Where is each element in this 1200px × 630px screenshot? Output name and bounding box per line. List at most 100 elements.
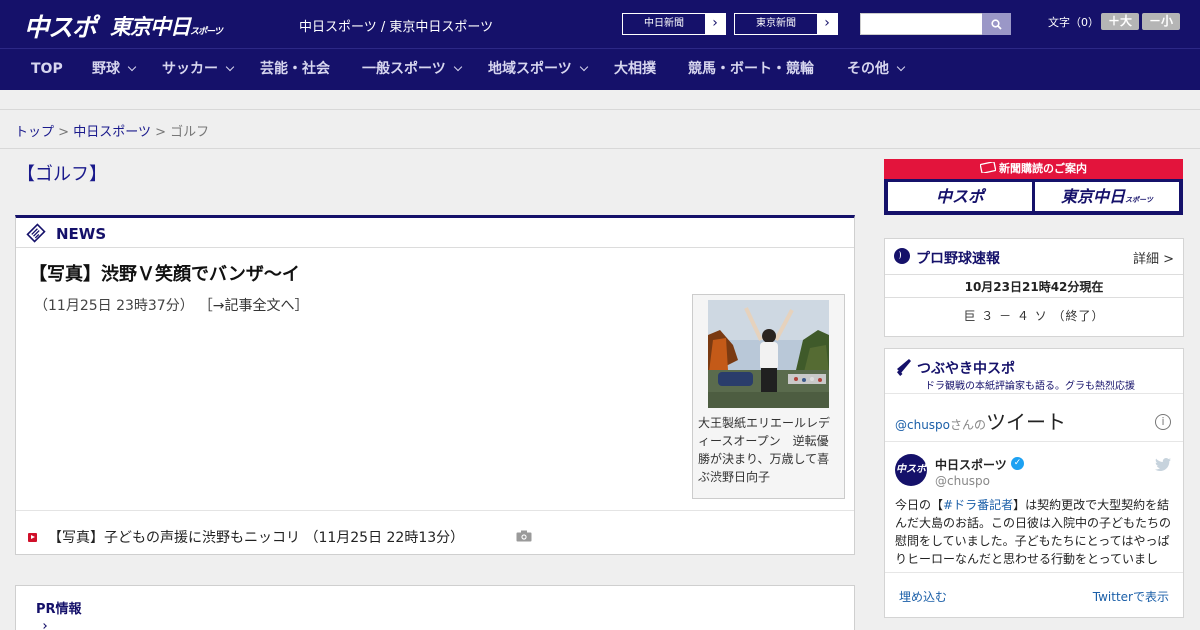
nav-item-baseball[interactable]: 野球 [92,49,137,90]
nav-label: その他 [847,61,889,77]
baseball-updated-time: 10月23日21時42分現在 [885,276,1183,298]
subscription-banner: 新聞購読のご案内 中スポ 東京中日スポーツ [884,159,1183,215]
twitter-box-title: つぶやき中スポ [917,361,1015,377]
nav-label: 競馬・ボート・競輪 [688,61,814,77]
top-header: 中スポ 東京中日スポーツ 中日スポーツ / 東京中日スポーツ 中日新聞 › 東京… [0,0,1200,48]
tweet-hashtag[interactable]: #ドラ番記者 [943,498,1013,512]
play-bullet-icon [28,533,37,542]
nav-label: 一般スポーツ [362,61,446,77]
tokyo-shimbun-label: 東京新聞 [756,18,796,29]
search-input[interactable] [860,13,983,35]
info-icon[interactable]: i [1155,414,1171,430]
pr-box: PR情報 [15,585,855,630]
chunichi-shimbun-button[interactable]: 中日新聞 › [622,13,726,35]
search-button[interactable] [982,13,1011,35]
news-date: （11月25日 23時37分） [34,298,194,314]
baseball-header: プロ野球速報 詳細 > [885,239,1183,275]
twitter-widget: @chuspoさんのツイート i 中スポ 中日スポーツ ✓ @chuspo 今日… [885,393,1183,617]
twitter-bird-icon[interactable] [1155,458,1171,471]
chevron-down-icon [225,62,235,72]
news-dateline: （11月25日 23時37分） ［→記事全文へ］ [34,295,308,315]
baseball-title: プロ野球速報 [916,251,1000,267]
news-section-label: NEWS [56,225,107,243]
twitter-divider [885,441,1183,442]
nav-item-racing[interactable]: 競馬・ボート・競輪 [688,49,814,90]
page-title: 【ゴルフ】 [17,164,107,185]
ticket-icon [979,161,997,174]
tokyo-chunichi-subscribe-button[interactable]: 東京中日スポーツ [1035,182,1179,211]
related-news-item[interactable]: 【写真】子どもの声援に渋野もニッコリ （11月25日 22時13分） [16,510,854,554]
breadcrumb-divider [0,148,1200,149]
nav-label: 芸能・社会 [260,61,330,77]
tokyo-button-suffix: スポーツ [1125,196,1153,204]
tweet-prefix: 今日の【 [895,498,944,512]
twitter-account-user[interactable]: @chuspo [935,474,990,488]
subscription-banner-title[interactable]: 新聞購読のご案内 [884,159,1183,179]
verified-icon: ✓ [1011,457,1024,470]
tokyo-shimbun-button[interactable]: 東京新聞 › [734,13,838,35]
nav-item-general-sports[interactable]: 一般スポーツ [362,49,462,90]
avatar[interactable]: 中スポ [895,454,927,486]
camera-icon [516,530,532,542]
nav-item-sumo[interactable]: 大相撲 [614,49,656,90]
chevron-down-icon [453,62,462,72]
twitter-handle-link[interactable]: @chuspo [895,418,950,432]
embed-link[interactable]: 埋め込む [899,588,947,605]
font-smaller-button[interactable]: －小 [1142,13,1180,30]
nav-item-other[interactable]: その他 [847,49,906,90]
breadcrumb-chunichi-sports[interactable]: 中日スポーツ [73,125,151,140]
twitter-box-subtitle: ドラ観戦の本紙評論家も語る。グラも熱烈応援 [925,381,1135,392]
related-news-title[interactable]: 【写真】子どもの声援に渋野もニッコリ （11月25日 22時13分） [48,527,464,547]
baseball-detail-link[interactable]: 詳細 > [1133,248,1174,267]
megaphone-icon [896,359,911,376]
news-photo[interactable] [708,300,829,408]
chevron-down-icon [579,62,588,72]
breadcrumb-separator: > [155,125,166,140]
baseball-icon [894,248,910,264]
breadcrumb-top[interactable]: トップ [15,125,54,140]
twitter-handle-suffix: さんの [950,418,987,432]
baseball-scores-box: プロ野球速報 詳細 > 10月23日21時42分現在 巨 ３ － ４ ソ （終了… [884,238,1184,337]
pr-label: PR情報 [36,602,82,617]
twitter-account-name[interactable]: 中日スポーツ [935,456,1007,473]
font-size-label: 文字（0） [1048,16,1099,29]
tweet-text: 今日の【#ドラ番記者】は契約更改で大型契約を結んだ大島のお話。この日彼は入院中の… [895,496,1173,566]
breadcrumb-current: ゴルフ [170,125,210,140]
tokyo-button-text: 東京中日 [1061,187,1126,206]
photo-card: 大王製紙エリエールレディースオープン 逆転優勝が決まり、万歳して喜ぶ渋野日向子 [692,294,845,499]
nav-item-top[interactable]: TOP [31,49,63,90]
tokyo-chunichi-logo[interactable]: 東京中日スポーツ [110,11,223,41]
nav-item-soccer[interactable]: サッカー [162,49,235,90]
twitter-heading: ツイート [986,410,1067,434]
chuspo-subscribe-button[interactable]: 中スポ [888,182,1032,211]
nav-label: 地域スポーツ [488,61,572,77]
chevron-down-icon [127,62,137,72]
nav-item-local-sports[interactable]: 地域スポーツ [488,49,588,90]
twitter-box: つぶやき中スポ ドラ観戦の本紙評論家も語る。グラも熱烈応援 @chuspoさんの… [884,348,1184,618]
nav-label: 大相撲 [614,61,656,77]
baseball-score[interactable]: 巨 ３ － ４ ソ （終了） [885,307,1183,324]
search-icon [991,18,1002,30]
chuspo-logo[interactable]: 中スポ [24,8,97,44]
nav-label: サッカー [162,61,218,77]
photo-caption: 大王製紙エリエールレディースオープン 逆転優勝が決まり、万歳して喜ぶ渋野日向子 [698,416,831,484]
news-headline[interactable]: 【写真】渋野Ｖ笑顔でバンザ～イ [29,260,300,286]
golf-celebration-photo [708,300,829,408]
breadcrumb-separator: > [58,125,70,140]
main-nav: TOP 野球 サッカー 芸能・社会 一般スポーツ 地域スポーツ 大相撲 競馬・ボ… [0,48,1200,90]
full-article-link[interactable]: ［→記事全文へ］ [206,298,309,314]
chevron-down-icon [896,62,906,72]
font-larger-button[interactable]: ＋大 [1101,13,1139,30]
tokyo-logo-suffix: スポーツ [190,27,223,37]
chunichi-shimbun-label: 中日新聞 [644,18,684,29]
subscription-title-text: 新聞購読のご案内 [999,162,1087,175]
nav-item-entertainment[interactable]: 芸能・社会 [260,49,330,90]
chevron-right-icon: › [705,14,725,34]
newspaper-icon [26,223,46,243]
view-on-twitter-link[interactable]: Twitterで表示 [1093,588,1169,605]
breadcrumb: トップ > 中日スポーツ > ゴルフ [15,121,209,140]
site-names: 中日スポーツ / 東京中日スポーツ [299,20,494,35]
twitter-widget-footer: 埋め込む Twitterで表示 [885,572,1183,618]
news-box: NEWS 【写真】渋野Ｖ笑顔でバンザ～イ （11月25日 23時37分） ［→記事… [15,215,855,555]
nav-label: TOP [31,61,63,77]
